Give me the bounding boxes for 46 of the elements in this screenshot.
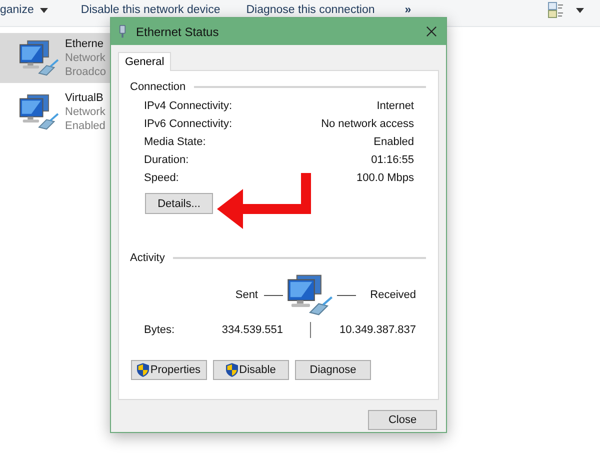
window-title: Ethernet Status [136, 24, 219, 38]
connection-status: Network [65, 51, 106, 65]
toolbar-command[interactable]: Diagnose this connection [246, 4, 375, 16]
shield-icon [137, 363, 150, 377]
network-computer-icon [18, 93, 60, 131]
shield-icon [226, 363, 238, 377]
sent-label: Sent [235, 289, 258, 301]
group-heading: Connection [130, 81, 186, 93]
bytes-label: Bytes: [144, 324, 175, 336]
received-label: Received [370, 289, 416, 301]
details-button[interactable]: Details... [145, 193, 213, 214]
view-options-icon[interactable] [548, 2, 564, 18]
more-commands-button[interactable]: » [404, 4, 412, 16]
close-icon [426, 26, 436, 37]
connection-name: Etherne [65, 37, 105, 51]
field-label: IPv6 Connectivity: [144, 118, 232, 130]
tab[interactable]: General [118, 52, 172, 71]
field-label: Media State: [144, 136, 206, 148]
field-label: IPv4 Connectivity: [144, 100, 232, 112]
field-label: Duration: [144, 154, 189, 166]
organize-menu[interactable]: ganize [0, 4, 34, 16]
field-value: Enabled [374, 136, 414, 148]
close-dialog-button[interactable]: Close [368, 410, 437, 430]
action-button[interactable]: Diagnose [295, 360, 371, 380]
field-value: 01:16:55 [371, 154, 414, 166]
caret-icon[interactable] [40, 8, 48, 12]
adapter-name: Enabled [65, 119, 106, 133]
connection-status: Network [65, 105, 106, 119]
network-computer-icon [286, 273, 334, 317]
connection-item[interactable]: VirtualB Network Enabled [0, 87, 111, 137]
adapter-name: Broadco [65, 65, 106, 79]
connection-name: VirtualB [65, 91, 104, 105]
received-bytes: 10.349.387.837 [340, 324, 416, 336]
action-button[interactable]: Disable [213, 360, 289, 380]
connection-item[interactable]: Etherne Network Broadco [0, 33, 111, 83]
caret-icon[interactable] [576, 8, 584, 12]
toolbar-command[interactable]: Disable this network device [80, 4, 220, 16]
action-button[interactable]: Properties [131, 360, 207, 380]
field-value: No network access [321, 118, 414, 130]
plug-icon [119, 25, 126, 38]
network-computer-icon [18, 39, 60, 77]
field-label: Speed: [144, 172, 179, 184]
field-value: Internet [376, 100, 414, 112]
group-heading: Activity [130, 252, 165, 264]
sent-bytes: 334.539.551 [222, 324, 283, 336]
field-value: 100.0 Mbps [356, 172, 414, 184]
